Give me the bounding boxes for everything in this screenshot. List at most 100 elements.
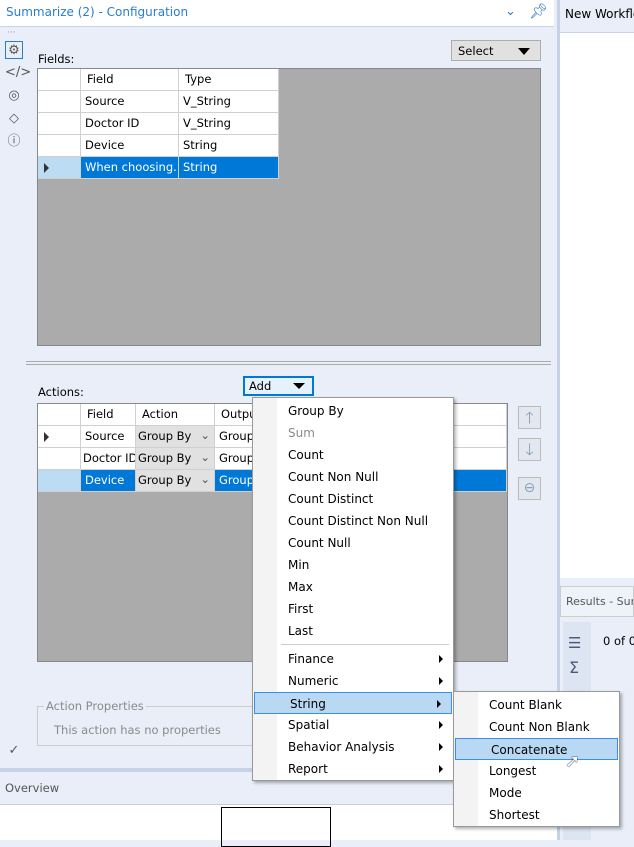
row-header[interactable] xyxy=(38,91,81,113)
row-header-selected[interactable] xyxy=(38,470,81,492)
menu-item[interactable]: Sum xyxy=(253,422,453,444)
action-properties-title: Action Properties xyxy=(44,699,146,713)
fields-grid: Field Type Source V_String Doctor ID V_S… xyxy=(37,68,541,346)
chevron-down-icon: ⌄ xyxy=(200,472,210,486)
splitter[interactable] xyxy=(26,361,551,365)
overview-viewport[interactable] xyxy=(221,807,331,847)
move-down-button[interactable]: 🡓 xyxy=(518,438,541,461)
sigma-icon[interactable]: Σ xyxy=(569,658,579,677)
menu-item[interactable]: Count Null xyxy=(253,532,453,554)
record-count: 0 of 0 xyxy=(603,634,634,648)
field-cell[interactable]: When choosing... xyxy=(81,157,179,179)
column-header[interactable]: Type xyxy=(179,69,279,91)
submenu-label: Numeric xyxy=(288,674,339,688)
menu-item[interactable]: Last xyxy=(253,620,453,642)
column-header[interactable]: Action xyxy=(136,404,215,426)
fields-label: Fields: xyxy=(38,52,75,66)
select-label: Select xyxy=(458,44,494,58)
submenu-arrow-icon xyxy=(439,765,443,773)
menu-item[interactable]: Count xyxy=(253,444,453,466)
menu-item[interactable]: Count Non Null xyxy=(253,466,453,488)
field-cell[interactable]: Device xyxy=(81,135,179,157)
gear-icon[interactable]: ⚙ xyxy=(5,41,23,59)
move-up-button[interactable]: 🡑 xyxy=(518,406,541,429)
field-cell[interactable]: Source xyxy=(81,91,179,113)
type-cell[interactable]: V_String xyxy=(179,113,279,135)
submenu-arrow-icon xyxy=(439,677,443,685)
row-header-selected[interactable] xyxy=(38,157,81,179)
tag-icon[interactable]: ◇ xyxy=(5,110,23,128)
dropdown-arrow-icon xyxy=(518,48,530,55)
submenu-item[interactable]: Report xyxy=(253,758,453,780)
submenu-arrow-icon xyxy=(439,721,443,729)
chevron-down-icon[interactable]: ⌄ xyxy=(505,4,516,19)
submenu-option[interactable]: Mode xyxy=(454,782,619,804)
action-properties-text: This action has no properties xyxy=(54,723,221,737)
action-value: Group By xyxy=(138,429,192,443)
row-header[interactable] xyxy=(38,135,81,157)
type-cell[interactable]: V_String xyxy=(179,91,279,113)
list-icon[interactable]: ☰ xyxy=(568,634,581,652)
sidebar: ··· ⚙ </> ◎ ◇ ⓘ ✓ xyxy=(0,28,31,768)
submenu-option[interactable]: Longest xyxy=(454,760,619,782)
submenu-label: Report xyxy=(288,762,328,776)
dropdown-arrow-icon xyxy=(293,383,305,389)
submenu-option[interactable]: Count Blank xyxy=(454,694,619,716)
pin-icon[interactable]: 📌︎ xyxy=(529,2,548,20)
remove-button[interactable]: ⊖ xyxy=(518,477,541,500)
workflow-tab[interactable]: New Workflo xyxy=(560,0,634,33)
submenu-option[interactable]: Count Non Blank xyxy=(454,716,619,738)
menu-item[interactable]: Group By xyxy=(253,400,453,422)
column-header[interactable]: Field xyxy=(81,404,136,426)
field-cell[interactable]: Doctor ID xyxy=(81,448,136,470)
field-cell[interactable]: Doctor ID xyxy=(81,113,179,135)
submenu-item[interactable]: Finance xyxy=(253,648,453,670)
add-label: Add xyxy=(249,379,272,393)
submenu-item[interactable]: Behavior Analysis xyxy=(253,736,453,758)
field-cell[interactable]: Device xyxy=(81,470,136,492)
workflow-canvas[interactable] xyxy=(560,33,634,578)
submenu-item[interactable]: Spatial xyxy=(253,714,453,736)
annotation-icon[interactable]: ◎ xyxy=(5,87,23,105)
overview-label: Overview xyxy=(5,781,60,795)
menu-item[interactable]: Min xyxy=(253,554,453,576)
row-header[interactable] xyxy=(38,426,81,448)
current-row-icon xyxy=(44,432,49,442)
results-header: Results - Sum xyxy=(560,586,634,617)
help-icon[interactable]: ⓘ xyxy=(5,133,23,151)
row-header[interactable] xyxy=(38,113,81,135)
submenu-option[interactable]: Shortest xyxy=(454,804,619,826)
type-cell[interactable]: String xyxy=(179,135,279,157)
add-menu: Group By Sum Count Count Non Null Count Dist… xyxy=(252,397,454,781)
type-cell[interactable]: String xyxy=(179,157,279,179)
row-header[interactable] xyxy=(38,448,81,470)
chevron-down-icon: ⌄ xyxy=(200,428,210,442)
column-header[interactable]: Field xyxy=(81,69,179,91)
submenu-item[interactable]: String xyxy=(254,692,452,714)
submenu-arrow-icon xyxy=(439,655,443,663)
chevron-down-icon: ⌄ xyxy=(200,450,210,464)
submenu-label: String xyxy=(290,697,326,711)
action-select[interactable]: Group By ⌄ xyxy=(136,448,215,470)
actions-label: Actions: xyxy=(38,385,84,399)
mouse-cursor-icon: ➚ xyxy=(565,751,581,772)
field-cell[interactable]: Source xyxy=(81,426,136,448)
grip-icon: ··· xyxy=(7,28,16,38)
menu-item[interactable]: First xyxy=(253,598,453,620)
action-select[interactable]: Group By ⌄ xyxy=(136,426,215,448)
check-icon[interactable]: ✓ xyxy=(5,742,23,760)
action-select[interactable]: Group By ⌄ xyxy=(136,470,215,492)
submenu-item[interactable]: Numeric xyxy=(253,670,453,692)
submenu-arrow-icon xyxy=(439,743,443,751)
menu-item[interactable]: Count Distinct Non Null xyxy=(253,510,453,532)
menu-item[interactable]: Max xyxy=(253,576,453,598)
submenu-label: Finance xyxy=(288,652,334,666)
submenu-option[interactable]: Concatenate xyxy=(455,738,618,760)
string-submenu: Count Blank Count Non Blank Concatenate Lon… xyxy=(453,691,620,827)
menu-item[interactable]: Count Distinct xyxy=(253,488,453,510)
window-title: Summarize (2) - Configuration xyxy=(6,5,189,19)
title-bar: Summarize (2) - Configuration ⌄ 📌︎ xyxy=(0,0,554,27)
select-dropdown[interactable]: Select xyxy=(451,40,541,61)
code-icon[interactable]: </> xyxy=(5,64,31,82)
add-dropdown[interactable]: Add xyxy=(243,376,314,396)
